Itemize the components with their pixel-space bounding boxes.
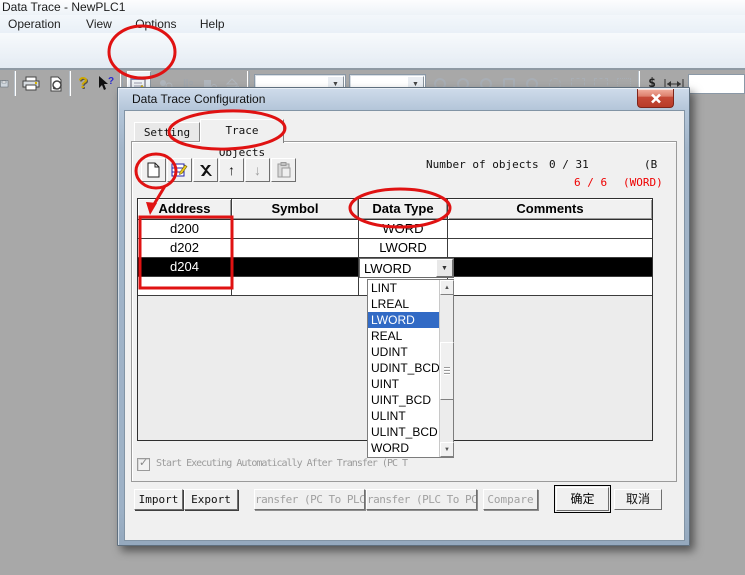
toolbar-text-field[interactable] [688, 74, 745, 94]
number-of-objects-count: 0 / 31 [549, 158, 589, 171]
print-preview-icon[interactable] [45, 73, 67, 94]
tab-setting-label: Setting [144, 126, 190, 139]
save-partial-icon[interactable] [0, 73, 9, 94]
new-object-button[interactable] [141, 158, 166, 182]
dropdown-option[interactable]: ULINT [368, 408, 440, 424]
dropdown-option[interactable]: UDINT [368, 344, 440, 360]
dropdown-scrollbar[interactable]: ▲ ▼ [439, 280, 453, 457]
cell-symbol[interactable] [232, 239, 359, 258]
paste-object-button[interactable] [271, 158, 296, 182]
word-count-red: 6 / 6 [574, 176, 607, 189]
table-header-row: Address Symbol Data Type Comments [138, 199, 652, 220]
table-row[interactable]: d202 LWORD [138, 239, 652, 258]
ok-button-label: 确定 [556, 487, 609, 511]
column-header-address[interactable]: Address [138, 199, 232, 220]
data-type-combo-value: LWORD [364, 260, 411, 277]
column-header-data-type[interactable]: Data Type [359, 199, 448, 220]
menu-options[interactable]: Options [127, 15, 184, 33]
scroll-up-icon[interactable]: ▲ [440, 280, 454, 295]
help-icon[interactable]: ? [75, 73, 91, 94]
column-header-comments[interactable]: Comments [448, 199, 652, 220]
data-type-dropdown-list: LINT LREAL LWORD REAL UDINT UDINT_BCD UI… [367, 279, 454, 458]
dropdown-option[interactable]: UDINT_BCD [368, 360, 440, 376]
dialog-title: Data Trace Configuration [132, 92, 265, 106]
paste-clipboard-icon [277, 162, 291, 178]
cell-symbol[interactable] [232, 277, 359, 296]
cell-address[interactable]: d202 [138, 239, 232, 258]
tab-trace-objects[interactable]: Trace Objects [200, 119, 284, 143]
dropdown-option[interactable]: ULINT_BCD [368, 424, 440, 440]
dropdown-option-selected[interactable]: LWORD [368, 312, 440, 328]
menu-help[interactable]: Help [192, 15, 233, 33]
close-icon [650, 93, 662, 104]
cell-comments[interactable] [448, 258, 652, 277]
window-title: Data Trace - NewPLC1 [2, 0, 125, 14]
main-toolbar: ? ? ‖o ▼ ▼ [0, 33, 745, 70]
data-trace-configuration-dialog: Data Trace Configuration Setting Trace O… [117, 87, 690, 546]
word-unit-red: (WORD) [623, 176, 663, 189]
column-header-symbol[interactable]: Symbol [232, 199, 359, 220]
transfer-pc-to-plc-button[interactable]: ransfer (PC To PLC [254, 489, 365, 510]
cell-address[interactable]: d204 [138, 258, 232, 277]
cell-comments[interactable] [448, 277, 652, 296]
scroll-down-icon[interactable]: ▼ [440, 442, 454, 457]
cell-comments[interactable] [448, 239, 652, 258]
menu-operation[interactable]: Operation [0, 15, 69, 33]
delete-object-button[interactable] [193, 158, 218, 182]
dropdown-option[interactable]: REAL [368, 328, 440, 344]
cell-data-type[interactable]: LWORD [359, 239, 448, 258]
dropdown-option[interactable]: LINT [368, 280, 440, 296]
cell-comments[interactable] [448, 220, 652, 239]
edit-object-button[interactable] [167, 158, 192, 182]
menu-bar: Operation View Options Help [0, 15, 745, 33]
new-page-icon [147, 162, 160, 178]
chevron-down-icon[interactable]: ▼ [436, 259, 453, 277]
window-titlebar: Data Trace - NewPLC1 [0, 0, 745, 15]
down-arrow-icon: ↓ [254, 162, 261, 178]
ok-button[interactable]: 确定 [554, 485, 611, 513]
table-row[interactable]: d200 WORD [138, 220, 652, 239]
cell-data-type[interactable]: WORD [359, 220, 448, 239]
import-button[interactable]: Import [134, 489, 183, 510]
scrollbar-thumb[interactable] [440, 342, 454, 400]
print-icon[interactable] [20, 73, 42, 94]
check-icon: ✓ [139, 456, 148, 469]
menu-view[interactable]: View [78, 15, 120, 33]
number-of-objects-clipped: (B [644, 158, 657, 171]
edit-pencil-icon [171, 162, 188, 178]
dropdown-option[interactable]: UINT_BCD [368, 392, 440, 408]
dropdown-option[interactable]: LREAL [368, 296, 440, 312]
close-button[interactable] [637, 89, 674, 108]
number-of-objects-label: Number of objects [426, 158, 539, 171]
transfer-plc-to-pc-button[interactable]: ransfer (PLC To PC [366, 489, 477, 510]
context-help-icon[interactable]: ? [95, 73, 117, 94]
delete-x-icon [199, 164, 213, 177]
dropdown-option[interactable]: UINT [368, 376, 440, 392]
compare-button[interactable]: Compare [483, 489, 538, 510]
tab-trace-objects-label: Trace Objects [219, 124, 265, 159]
start-executing-checkbox[interactable]: ✓ [137, 458, 150, 471]
cell-symbol[interactable] [232, 258, 359, 277]
screen: Data Trace - NewPLC1 Operation View Opti… [0, 0, 745, 575]
export-button[interactable]: Export [184, 489, 238, 510]
cell-address[interactable] [138, 277, 232, 296]
up-arrow-icon: ↑ [228, 162, 235, 178]
cell-address[interactable]: d200 [138, 220, 232, 239]
tab-setting[interactable]: Setting [134, 122, 200, 142]
cancel-button[interactable]: 取消 [614, 489, 662, 510]
start-executing-label: Start Executing Automatically After Tran… [156, 458, 407, 469]
svg-text:?: ? [108, 76, 114, 87]
dropdown-option[interactable]: WORD [368, 440, 440, 456]
data-type-combo-editor[interactable]: LWORD ▼ [359, 258, 454, 278]
dialog-client-area: Setting Trace Objects ↑ ↓ [124, 110, 685, 541]
cell-symbol[interactable] [232, 220, 359, 239]
